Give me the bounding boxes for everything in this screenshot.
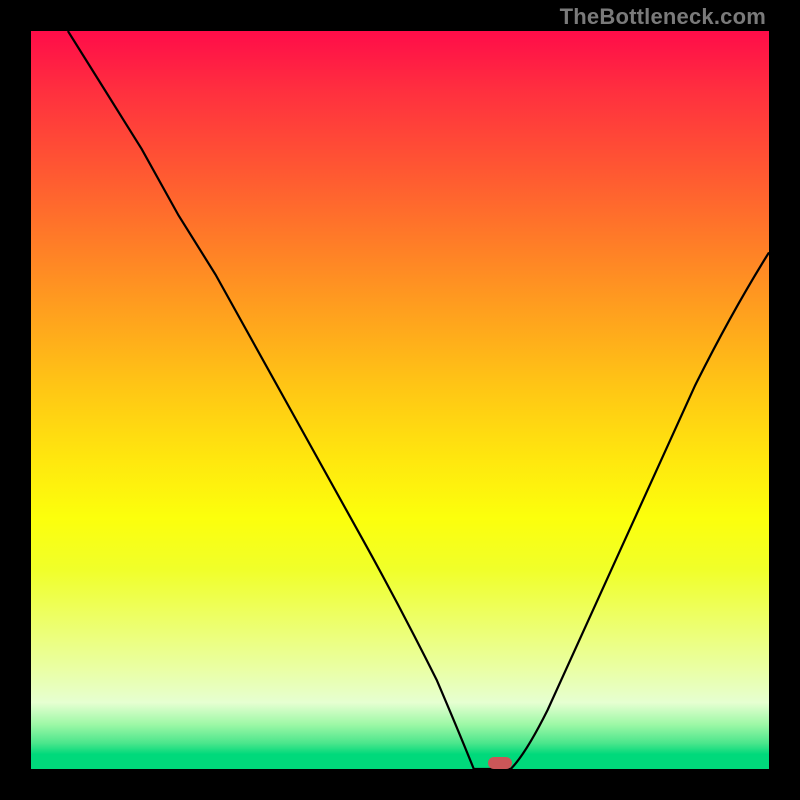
bottleneck-curve xyxy=(31,31,769,769)
optimal-marker xyxy=(488,757,512,769)
curve-path xyxy=(68,31,769,769)
chart-frame: TheBottleneck.com xyxy=(0,0,800,800)
watermark-text: TheBottleneck.com xyxy=(560,4,766,30)
